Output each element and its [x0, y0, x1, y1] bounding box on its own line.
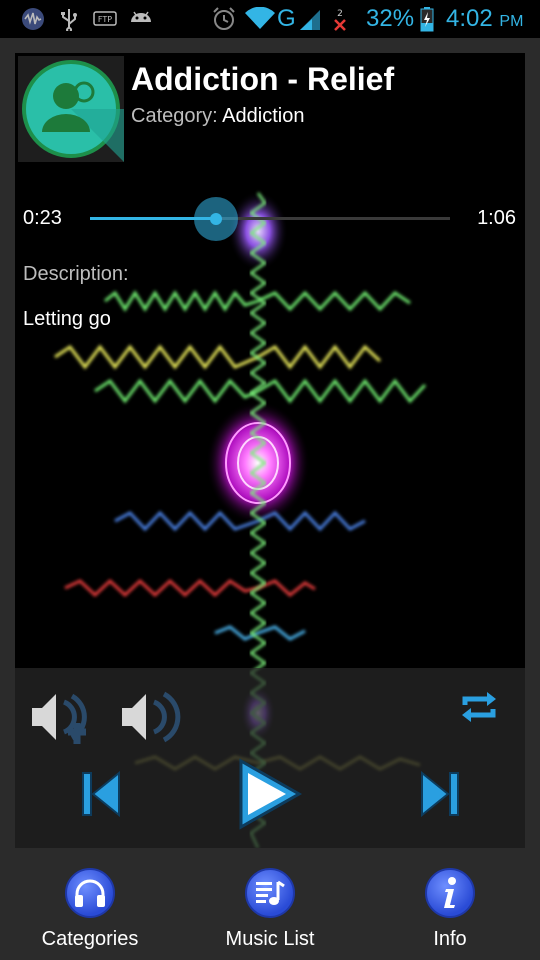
nav-music-list-label: Music List: [225, 928, 315, 950]
nav-info[interactable]: Info: [360, 848, 540, 960]
next-icon[interactable]: [420, 770, 460, 822]
play-icon[interactable]: [237, 758, 303, 835]
category-label: Category:: [131, 105, 218, 127]
clock-ampm: PM: [499, 13, 524, 30]
ftp-icon: FTP: [93, 6, 117, 32]
clock: 4:02 PM: [446, 5, 523, 33]
network-type: G: [277, 5, 296, 32]
repeat-icon[interactable]: [459, 691, 499, 728]
nav-categories-label: Categories: [41, 928, 139, 950]
clock-time: 4:02: [446, 5, 493, 32]
playback-controls: [15, 668, 525, 848]
signal-icon: [298, 6, 322, 32]
bottom-navigation: Categories Music List Info: [0, 848, 540, 960]
description-text: Letting go: [23, 308, 111, 330]
category: Category: Addiction: [131, 105, 304, 128]
track-thumbnail: [18, 56, 124, 162]
alarm-icon: [211, 6, 237, 32]
previous-icon[interactable]: [81, 770, 121, 822]
no-signal-icon: 2: [330, 6, 350, 32]
music-list-icon: [245, 868, 295, 918]
nav-music-list[interactable]: Music List: [180, 848, 360, 960]
sim-slot-label: 2: [337, 9, 343, 19]
usb-icon: [58, 6, 80, 32]
current-time: 0:23: [23, 207, 62, 229]
player-panel: Addiction - Relief Category: Addiction 0…: [15, 53, 525, 848]
android-icon: [128, 6, 154, 32]
description-label: Description:: [23, 263, 129, 285]
svg-text:FTP: FTP: [98, 15, 112, 24]
seek-bar[interactable]: [90, 197, 450, 241]
battery-percent: 32%: [366, 5, 415, 32]
battery-charging-icon: [419, 6, 435, 32]
wifi-icon: [245, 6, 275, 32]
seek-thumb[interactable]: [194, 197, 238, 241]
info-icon: [425, 868, 475, 918]
nav-categories[interactable]: Categories: [0, 848, 180, 960]
headphones-icon: [65, 868, 115, 918]
status-bar: FTP G 2 32% 4:02 PM: [0, 0, 540, 38]
user-group-icon: [22, 60, 124, 162]
total-time: 1:06: [477, 207, 516, 229]
category-value: Addiction: [222, 105, 305, 127]
volume-down-icon[interactable]: [28, 686, 98, 753]
volume-up-icon[interactable]: [118, 686, 188, 753]
nav-info-label: Info: [433, 928, 467, 950]
app-activity-icon: [20, 6, 46, 32]
track-title: Addiction - Relief: [131, 61, 395, 97]
